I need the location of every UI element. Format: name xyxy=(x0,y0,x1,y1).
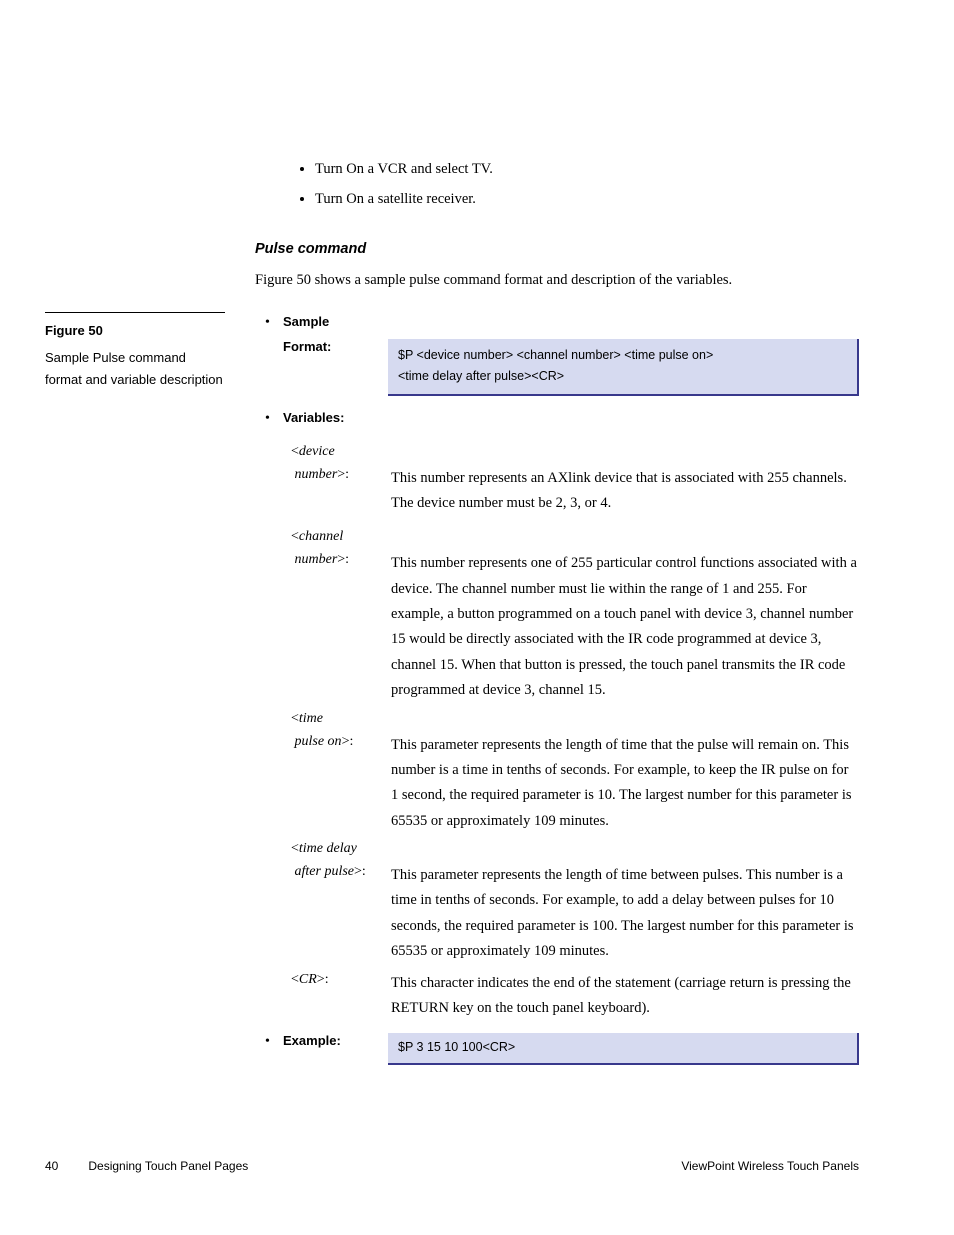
example-label: Example: xyxy=(283,1031,388,1051)
figure-caption: Sample Pulse command format and variable… xyxy=(45,347,225,391)
variables-label: Variables: xyxy=(283,408,388,428)
variable-desc: This number represents an AXlink device … xyxy=(391,464,859,517)
example-box: $P 3 15 10 100<CR> xyxy=(388,1033,859,1064)
sample-label: Sample xyxy=(283,312,388,332)
format-line: $P <device number> <channel number> <tim… xyxy=(398,345,847,366)
variable-desc: This character indicates the end of the … xyxy=(391,969,859,1022)
variable-desc: This parameter represents the length of … xyxy=(391,861,859,965)
bullet-icon: • xyxy=(255,312,283,333)
section-heading: Pulse command xyxy=(255,239,859,261)
top-bullet-list: Turn On a VCR and select TV. Turn On a s… xyxy=(315,155,859,215)
variable-name: <channel xyxy=(283,526,391,547)
variable-name: <CR>: xyxy=(283,969,391,990)
variable-name: <time xyxy=(283,708,391,729)
intro-paragraph: Figure 50 shows a sample pulse command f… xyxy=(255,270,859,292)
main-content: Turn On a VCR and select TV. Turn On a s… xyxy=(255,155,859,1073)
list-item: Turn On a VCR and select TV. xyxy=(315,155,859,185)
variable-desc: This parameter represents the length of … xyxy=(391,731,859,835)
list-item: Turn On a satellite receiver. xyxy=(315,185,859,215)
bullet-icon: • xyxy=(255,1031,283,1052)
variable-name: pulse on>: xyxy=(283,731,391,752)
figure-title: Figure 50 xyxy=(45,321,225,341)
format-label: Format: xyxy=(283,337,388,357)
variable-name: number>: xyxy=(283,464,391,485)
variable-name: <device xyxy=(283,441,391,462)
definition-list: • Sample Format: $P <device number> <cha… xyxy=(255,312,859,1073)
variable-name: <time delay xyxy=(283,838,391,859)
bullet-icon: • xyxy=(255,408,283,429)
page-number: 40 xyxy=(45,1157,58,1175)
format-box: $P <device number> <channel number> <tim… xyxy=(388,339,859,396)
format-line: <time delay after pulse><CR> xyxy=(398,366,847,387)
page-footer: 40 Designing Touch Panel Pages ViewPoint… xyxy=(45,1157,859,1175)
footer-doc-title: ViewPoint Wireless Touch Panels xyxy=(681,1157,859,1175)
footer-section: Designing Touch Panel Pages xyxy=(88,1157,248,1175)
variable-desc: This number represents one of 255 partic… xyxy=(391,549,859,703)
variable-name: number>: xyxy=(283,549,391,570)
figure-sidebar: Figure 50 Sample Pulse command format an… xyxy=(45,312,225,391)
variable-name: after pulse>: xyxy=(283,861,391,882)
